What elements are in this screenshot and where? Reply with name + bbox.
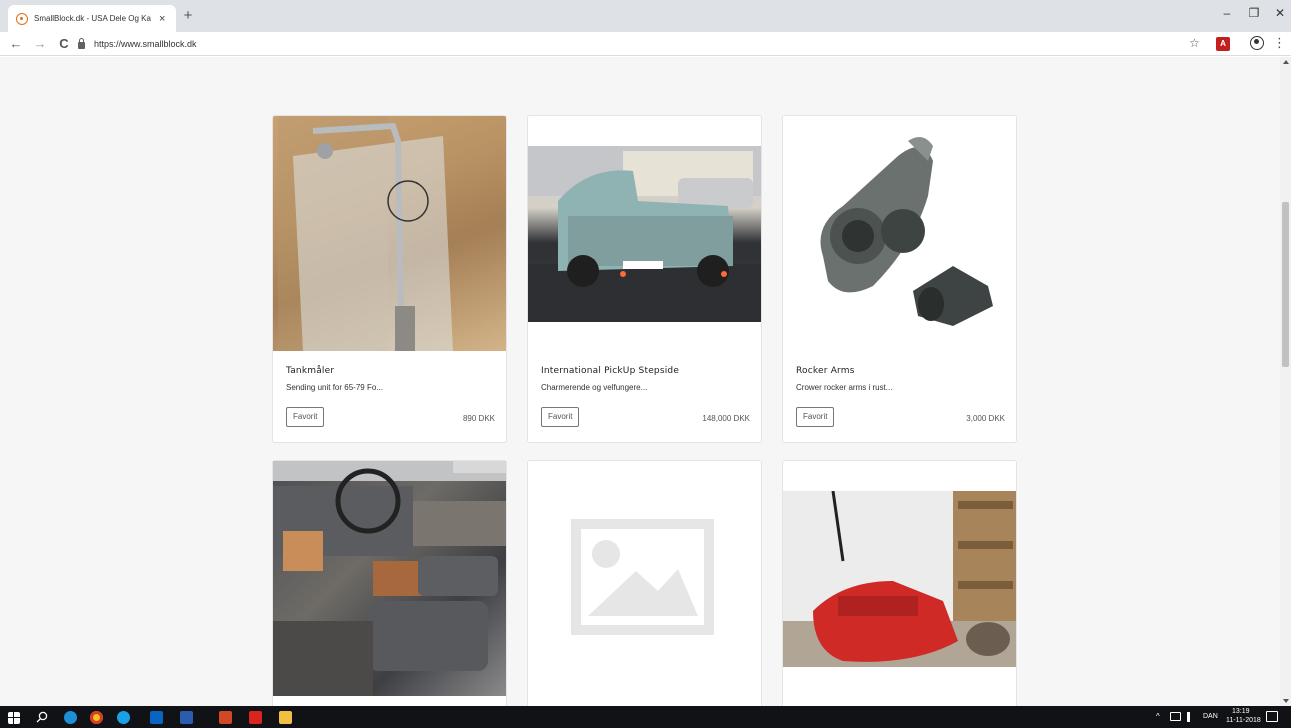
pickup-truck-photo-icon [528, 146, 761, 322]
product-price: 890 DKK [462, 414, 495, 423]
clock-date[interactable]: 11-11-2018 [1226, 717, 1261, 724]
maximize-button[interactable]: ❐ [1244, 6, 1264, 20]
product-card-body: Tankmåler Sending unit for 65-79 Fo... F… [286, 366, 495, 427]
product-card[interactable] [527, 460, 762, 706]
volume-icon[interactable] [1187, 712, 1197, 722]
product-image[interactable] [783, 490, 1016, 667]
product-card-body: Rocker Arms Crower rocker arms i rust...… [796, 366, 1005, 427]
product-card[interactable] [272, 460, 507, 706]
product-card-body: International PickUp Stepside Charmerend… [541, 366, 750, 427]
favorite-button[interactable]: Favorit [286, 407, 325, 427]
scroll-up-icon[interactable] [1283, 60, 1289, 64]
product-card[interactable] [782, 460, 1017, 706]
language-indicator[interactable]: DAN [1203, 713, 1218, 720]
product-card[interactable]: International PickUp Stepside Charmerend… [527, 115, 762, 443]
minimize-button[interactable]: – [1217, 6, 1237, 20]
url-text[interactable]: https://www.smallblock.dk [94, 39, 197, 49]
scrollbar-thumb[interactable] [1282, 202, 1289, 367]
address-bar[interactable]: https://www.smallblock.dk [78, 35, 1188, 53]
transmission-photo-icon [783, 490, 1016, 667]
acrobat-icon[interactable] [249, 711, 262, 724]
profile-icon[interactable] [1250, 36, 1264, 50]
scroll-down-icon[interactable] [1283, 699, 1289, 703]
screen: SmallBlock.dk - USA Dele Og Ka × + – ❐ ✕… [0, 0, 1291, 728]
product-card[interactable]: Tankmåler Sending unit for 65-79 Fo... F… [272, 115, 507, 443]
image-placeholder-icon [571, 519, 714, 635]
outlook-icon[interactable] [150, 711, 163, 724]
word-icon[interactable] [180, 711, 193, 724]
product-title[interactable]: Tankmåler [286, 366, 495, 376]
product-description: Sending unit for 65-79 Fo... [286, 383, 383, 392]
new-tab-button[interactable]: + [180, 8, 196, 24]
product-image[interactable] [528, 146, 761, 322]
favorite-button[interactable]: Favorit [796, 407, 835, 427]
reload-button[interactable]: C [56, 36, 72, 52]
product-image[interactable] [273, 116, 506, 351]
bookmark-star-icon[interactable]: ☆ [1189, 36, 1200, 50]
page-content: Tankmåler Sending unit for 65-79 Fo... F… [0, 57, 1280, 706]
product-image[interactable] [528, 461, 761, 696]
chrome-icon[interactable] [90, 711, 103, 724]
tank-sender-photo-icon [278, 116, 453, 351]
search-icon[interactable] [36, 711, 48, 723]
browser-toolbar: ← → C https://www.smallblock.dk ☆ A ⋮ [0, 32, 1291, 56]
network-icon[interactable] [1170, 712, 1181, 721]
product-title[interactable]: International PickUp Stepside [541, 366, 750, 376]
product-card[interactable]: Rocker Arms Crower rocker arms i rust...… [782, 115, 1017, 443]
site-favicon-icon [16, 12, 28, 25]
product-price: 3,000 DKK [966, 414, 1005, 423]
tray-overflow-icon[interactable]: ^ [1156, 712, 1160, 721]
pdf-extension-icon[interactable]: A [1216, 37, 1230, 51]
truck-interior-photo-icon [273, 461, 506, 696]
browser-menu-icon[interactable]: ⋮ [1273, 35, 1286, 51]
skype-icon[interactable] [117, 711, 130, 724]
product-image[interactable] [783, 116, 1016, 351]
product-title[interactable]: Rocker Arms [796, 366, 1005, 376]
back-button[interactable]: ← [8, 36, 24, 52]
tab-close-icon[interactable]: × [157, 13, 168, 25]
notification-center-icon[interactable] [1266, 711, 1278, 722]
page-scrollbar[interactable] [1280, 57, 1291, 706]
forward-button[interactable]: → [32, 36, 48, 52]
lock-icon [78, 38, 85, 49]
tab-title: SmallBlock.dk - USA Dele Og Ka [34, 14, 151, 23]
product-image[interactable] [273, 461, 506, 696]
product-description: Crower rocker arms i rust... [796, 383, 893, 392]
favorite-button[interactable]: Favorit [541, 407, 580, 427]
clock-time[interactable]: 13:19 [1232, 708, 1250, 715]
powerpoint-icon[interactable] [219, 711, 232, 724]
windows-start-icon[interactable] [8, 712, 20, 724]
edge-icon[interactable] [64, 711, 77, 724]
rocker-arm-photo-icon [820, 137, 993, 326]
browser-tab-strip: SmallBlock.dk - USA Dele Og Ka × + – ❐ ✕ [0, 0, 1291, 32]
product-price: 148,000 DKK [702, 414, 750, 423]
windows-taskbar: ^ DAN 13:19 11-11-2018 [0, 706, 1291, 728]
close-window-button[interactable]: ✕ [1270, 6, 1290, 20]
browser-tab-active[interactable]: SmallBlock.dk - USA Dele Og Ka × [8, 5, 176, 32]
file-explorer-icon[interactable] [279, 711, 292, 724]
product-description: Charmerende og velfungere... [541, 383, 648, 392]
